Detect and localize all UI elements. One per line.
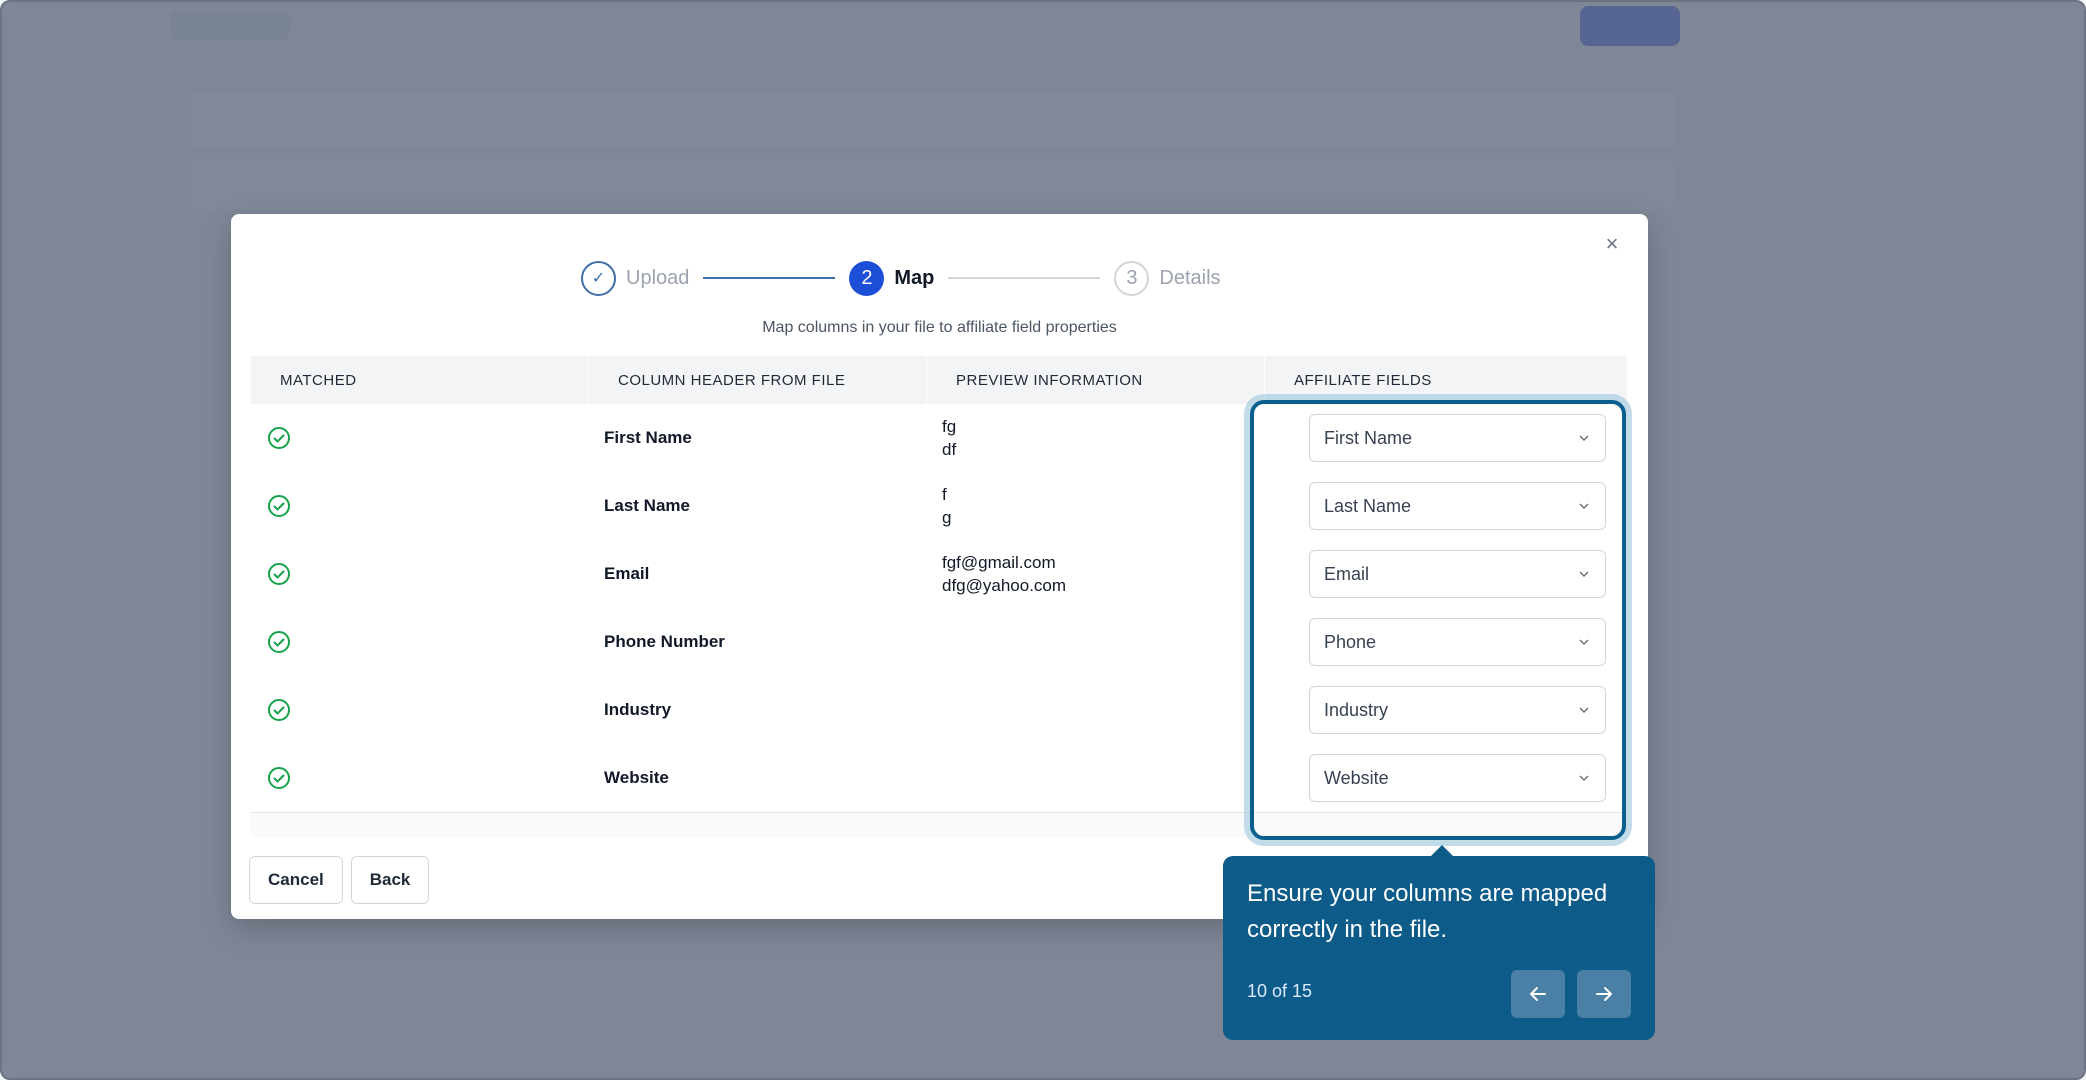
modal-subtitle: Map columns in your file to affiliate fi…: [762, 319, 1117, 336]
table-header: MATCHED COLUMN HEADER FROM FILE PREVIEW …: [251, 356, 1627, 404]
step-upload-check-icon: ✓: [581, 260, 616, 296]
check-circle-icon: [268, 427, 290, 449]
header-column: COLUMN HEADER FROM FILE: [589, 356, 927, 404]
tooltip-step-count: 10 of 15: [1247, 981, 1313, 1001]
column-header-cell: Phone Number: [604, 632, 725, 651]
header-affiliate-fields: AFFILIATE FIELDS: [1294, 371, 1432, 389]
tooltip-nav: [1511, 970, 1631, 1018]
back-button[interactable]: Back: [350, 856, 430, 904]
header-preview: PREVIEW INFORMATION: [927, 356, 1265, 404]
matched-cell: [251, 608, 589, 676]
column-header-cell: Email: [604, 564, 650, 583]
tooltip-next-button[interactable]: [1577, 970, 1631, 1018]
preview-cell: [927, 676, 1265, 744]
preview-value: fgf@gmail.com: [942, 553, 1056, 572]
step-connector-2: [948, 277, 1101, 279]
matched-cell: [251, 404, 589, 472]
tour-highlight: [1250, 400, 1626, 840]
preview-cell: [927, 608, 1265, 676]
close-button[interactable]: ×: [1600, 232, 1624, 256]
cancel-button[interactable]: Cancel: [249, 856, 343, 904]
check-circle-icon: [268, 767, 290, 789]
check-circle-icon: [268, 699, 290, 721]
step-map[interactable]: 2 Map: [849, 260, 935, 296]
step-details[interactable]: 3 Details: [1114, 260, 1221, 296]
matched-cell: [251, 540, 589, 608]
preview-value: fg: [942, 417, 957, 436]
step-upload-label: Upload: [626, 266, 690, 289]
step-details-label: Details: [1159, 266, 1221, 289]
tour-tooltip: Ensure your columns are mapped correctly…: [1223, 856, 1655, 1040]
arrow-left-icon: [1530, 987, 1546, 1001]
header-matched: MATCHED: [251, 356, 589, 404]
step-map-label: Map: [894, 266, 935, 289]
arrow-right-icon: [1596, 987, 1612, 1001]
preview-value: df: [942, 440, 957, 459]
step-map-number: 2: [849, 260, 885, 296]
preview-value: f: [942, 485, 947, 504]
check-circle-icon: [268, 495, 290, 517]
check-circle-icon: [268, 631, 290, 653]
preview-cell: fg df: [927, 404, 1265, 472]
matched-cell: [251, 676, 589, 744]
tooltip-prev-button[interactable]: [1511, 970, 1565, 1018]
preview-value: g: [942, 508, 952, 527]
column-header-cell: First Name: [604, 428, 692, 447]
step-upload[interactable]: ✓ Upload: [581, 260, 690, 296]
modal-footer: Cancel Back: [249, 856, 430, 904]
column-header-cell: Last Name: [604, 496, 690, 515]
step-details-number: 3: [1114, 260, 1150, 296]
preview-cell: fgf@gmail.com dfg@yahoo.com: [927, 540, 1265, 608]
stepper: ✓ Upload 2 Map 3 Details: [581, 260, 1221, 296]
step-connector-1: [703, 277, 836, 279]
tooltip-text: Ensure your columns are mapped correctly…: [1247, 880, 1608, 943]
matched-cell: [251, 472, 589, 540]
preview-cell: [927, 744, 1265, 812]
check-circle-icon: [268, 563, 290, 585]
column-header-cell: Industry: [604, 700, 672, 719]
column-header-cell: Website: [604, 768, 669, 787]
preview-value: dfg@yahoo.com: [942, 576, 1067, 595]
preview-cell: f g: [927, 472, 1265, 540]
matched-cell: [251, 744, 589, 812]
